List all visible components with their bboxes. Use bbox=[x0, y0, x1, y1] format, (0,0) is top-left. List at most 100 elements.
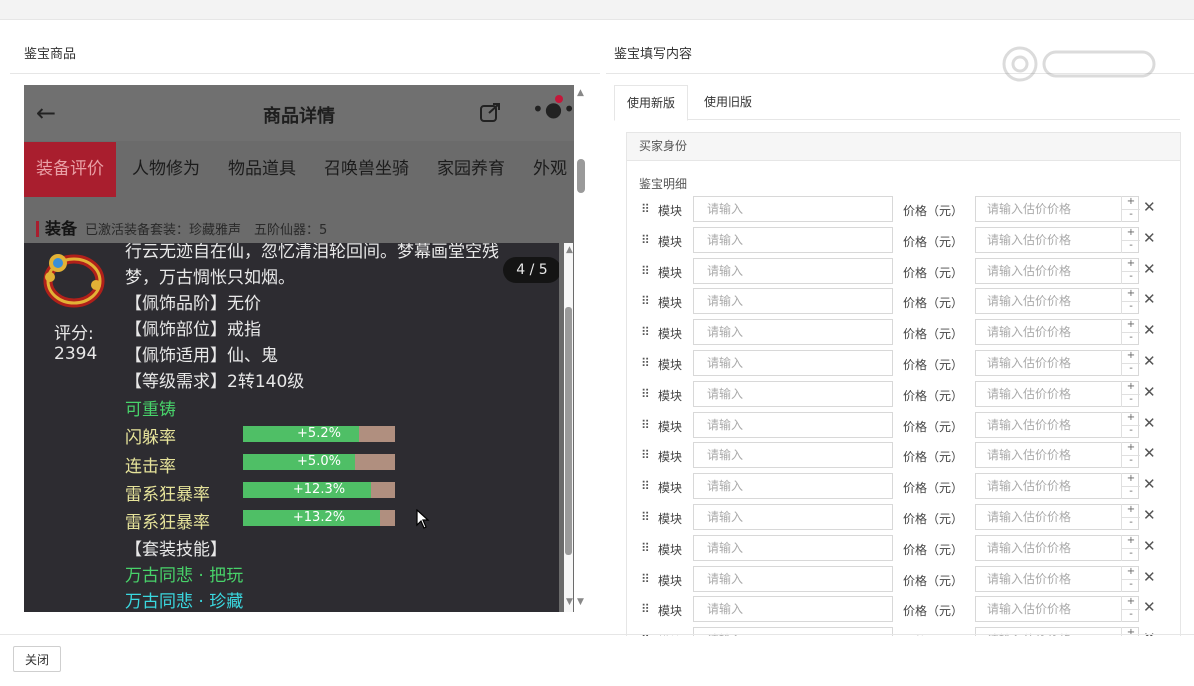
increment-button[interactable]: + bbox=[1122, 412, 1140, 426]
close-icon[interactable]: ✕ bbox=[1143, 198, 1156, 216]
close-icon[interactable]: ✕ bbox=[1143, 475, 1156, 493]
scroll-down-arrow-icon[interactable]: ▼ bbox=[566, 597, 573, 607]
price-input[interactable]: 请输入估价价格 bbox=[975, 504, 1139, 530]
decrement-button[interactable]: - bbox=[1122, 363, 1140, 376]
price-stepper: +- bbox=[1121, 411, 1140, 438]
price-input[interactable]: 请输入估价价格 bbox=[975, 288, 1139, 315]
drag-handle-icon[interactable]: ⠿ bbox=[641, 418, 650, 432]
increment-button[interactable]: + bbox=[1122, 566, 1140, 580]
more-icon: •●• bbox=[532, 97, 574, 121]
scroll-down-arrow-icon[interactable]: ▼ bbox=[577, 597, 584, 607]
drag-handle-icon[interactable]: ⠿ bbox=[641, 541, 650, 555]
close-icon[interactable]: ✕ bbox=[1143, 383, 1156, 401]
decrement-button[interactable]: - bbox=[1122, 301, 1140, 314]
price-input[interactable]: 请输入估价价格 bbox=[975, 473, 1139, 500]
close-icon[interactable]: ✕ bbox=[1143, 352, 1156, 370]
price-input[interactable]: 请输入估价价格 bbox=[975, 257, 1139, 284]
increment-button[interactable]: + bbox=[1122, 442, 1140, 457]
price-input[interactable]: 请输入估价价格 bbox=[975, 596, 1139, 623]
left-panel-scrollbar[interactable] bbox=[575, 85, 587, 612]
close-icon[interactable]: ✕ bbox=[1143, 444, 1156, 462]
price-input[interactable]: 请输入估价价格 bbox=[975, 350, 1139, 376]
decrement-button[interactable]: - bbox=[1122, 517, 1140, 530]
decrement-button[interactable]: - bbox=[1122, 240, 1140, 253]
popup-scrollbar[interactable] bbox=[564, 243, 573, 612]
drag-handle-icon[interactable]: ⠿ bbox=[641, 387, 650, 401]
module-input[interactable]: 请输入 bbox=[693, 534, 893, 561]
increment-button[interactable]: + bbox=[1122, 350, 1140, 364]
increment-button[interactable]: + bbox=[1122, 227, 1140, 241]
module-input[interactable]: 请输入 bbox=[693, 596, 893, 623]
module-input[interactable]: 请输入 bbox=[693, 226, 893, 253]
drag-handle-icon[interactable]: ⠿ bbox=[641, 264, 650, 278]
module-input[interactable]: 请输入 bbox=[693, 442, 893, 469]
price-input[interactable]: 请输入估价价格 bbox=[975, 565, 1139, 592]
price-input[interactable]: 请输入估价价格 bbox=[975, 319, 1139, 346]
decrement-button[interactable]: - bbox=[1122, 209, 1140, 222]
close-icon[interactable]: ✕ bbox=[1143, 537, 1156, 555]
increment-button[interactable]: + bbox=[1122, 596, 1140, 611]
close-icon[interactable]: ✕ bbox=[1143, 598, 1156, 616]
decrement-button[interactable]: - bbox=[1122, 579, 1140, 592]
close-icon[interactable]: ✕ bbox=[1143, 568, 1156, 586]
price-input[interactable]: 请输入估价价格 bbox=[975, 196, 1139, 222]
module-input[interactable]: 请输入 bbox=[693, 288, 893, 315]
increment-button[interactable]: + bbox=[1122, 504, 1140, 518]
decrement-button[interactable]: - bbox=[1122, 486, 1140, 499]
increment-button[interactable]: + bbox=[1122, 381, 1140, 395]
price-input[interactable]: 请输入估价价格 bbox=[975, 411, 1139, 438]
module-input[interactable]: 请输入 bbox=[693, 380, 893, 407]
price-input[interactable]: 请输入估价价格 bbox=[975, 380, 1139, 407]
module-input[interactable]: 请输入 bbox=[693, 504, 893, 530]
module-input[interactable]: 请输入 bbox=[693, 350, 893, 376]
decrement-button[interactable]: - bbox=[1122, 548, 1140, 561]
close-icon[interactable]: ✕ bbox=[1143, 414, 1156, 432]
increment-button[interactable]: + bbox=[1122, 319, 1140, 334]
decrement-button[interactable]: - bbox=[1122, 609, 1140, 622]
drag-handle-icon[interactable]: ⠿ bbox=[641, 294, 650, 308]
increment-button[interactable]: + bbox=[1122, 258, 1140, 272]
scroll-up-arrow-icon[interactable]: ▲ bbox=[577, 88, 584, 98]
close-icon[interactable]: ✕ bbox=[1143, 321, 1156, 339]
drag-handle-icon[interactable]: ⠿ bbox=[641, 510, 650, 524]
drag-handle-icon[interactable]: ⠿ bbox=[641, 202, 650, 216]
price-label: 价格（元） bbox=[903, 450, 964, 465]
popup-scrollbar-thumb[interactable] bbox=[565, 307, 572, 555]
drag-handle-icon[interactable]: ⠿ bbox=[641, 325, 650, 339]
decrement-button[interactable]: - bbox=[1122, 271, 1140, 284]
module-input[interactable]: 请输入 bbox=[693, 473, 893, 500]
module-input[interactable]: 请输入 bbox=[693, 411, 893, 438]
module-input[interactable]: 请输入 bbox=[693, 319, 893, 346]
price-input[interactable]: 请输入估价价格 bbox=[975, 226, 1139, 253]
decrement-button[interactable]: - bbox=[1122, 455, 1140, 468]
appraisal-row: ⠿ 模块请输入价格（元） 请输入估价价格+-✕ bbox=[627, 504, 1180, 532]
tab-old-version[interactable]: 使用旧版 bbox=[692, 85, 764, 119]
module-input[interactable]: 请输入 bbox=[693, 257, 893, 284]
module-input[interactable]: 请输入 bbox=[693, 565, 893, 592]
drag-handle-icon[interactable]: ⠿ bbox=[641, 572, 650, 586]
increment-button[interactable]: + bbox=[1122, 288, 1140, 303]
close-icon[interactable]: ✕ bbox=[1143, 229, 1156, 247]
decrement-button[interactable]: - bbox=[1122, 394, 1140, 407]
drag-handle-icon[interactable]: ⠿ bbox=[641, 356, 650, 370]
price-input[interactable]: 请输入估价价格 bbox=[975, 442, 1139, 469]
phone-tab-equipment: 装备评价 bbox=[24, 142, 116, 197]
decrement-button[interactable]: - bbox=[1122, 332, 1140, 345]
close-button[interactable]: 关闭 bbox=[13, 646, 61, 672]
drag-handle-icon[interactable]: ⠿ bbox=[641, 479, 650, 493]
decrement-button[interactable]: - bbox=[1122, 425, 1140, 438]
module-input[interactable]: 请输入 bbox=[693, 196, 893, 222]
increment-button[interactable]: + bbox=[1122, 535, 1140, 549]
tab-new-version[interactable]: 使用新版 bbox=[614, 85, 689, 121]
left-panel-scrollbar-thumb[interactable] bbox=[577, 159, 585, 193]
price-input[interactable]: 请输入估价价格 bbox=[975, 534, 1139, 561]
close-icon[interactable]: ✕ bbox=[1143, 290, 1156, 308]
close-icon[interactable]: ✕ bbox=[1143, 260, 1156, 278]
increment-button[interactable]: + bbox=[1122, 196, 1140, 210]
close-icon[interactable]: ✕ bbox=[1143, 506, 1156, 524]
increment-button[interactable]: + bbox=[1122, 473, 1140, 488]
drag-handle-icon[interactable]: ⠿ bbox=[641, 602, 650, 616]
drag-handle-icon[interactable]: ⠿ bbox=[641, 233, 650, 247]
drag-handle-icon[interactable]: ⠿ bbox=[641, 448, 650, 462]
scroll-up-arrow-icon[interactable]: ▲ bbox=[566, 245, 573, 255]
